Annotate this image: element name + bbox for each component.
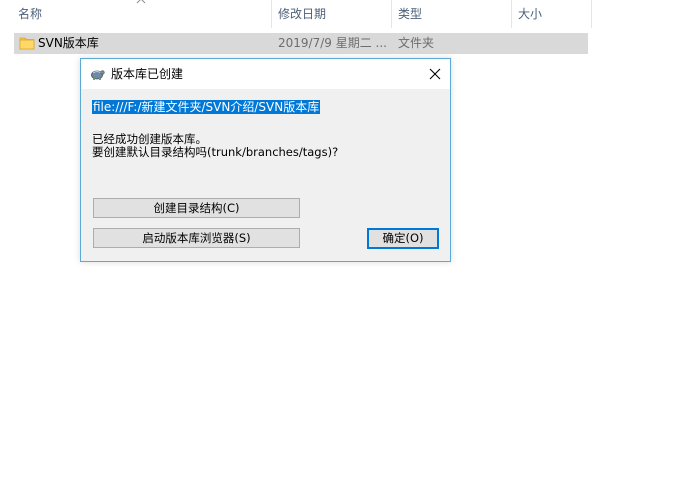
ok-button[interactable]: 确定(O) (367, 228, 439, 249)
column-header-name[interactable]: 名称 (18, 0, 42, 28)
column-header-date[interactable]: 修改日期 (278, 0, 326, 28)
file-type: 文件夹 (398, 36, 435, 50)
column-divider[interactable] (591, 0, 592, 28)
file-date: 2019/7/9 星期二 ... (278, 36, 387, 50)
column-divider[interactable] (511, 0, 512, 28)
file-name: SVN版本库 (38, 36, 99, 50)
dialog-titlebar[interactable]: 版本库已创建 (81, 59, 450, 89)
close-icon (429, 68, 441, 80)
column-divider[interactable] (271, 0, 272, 28)
column-header-type[interactable]: 类型 (398, 0, 422, 28)
launch-repo-browser-button[interactable]: 启动版本库浏览器(S) (93, 228, 300, 248)
close-button[interactable] (420, 59, 450, 89)
sort-up-icon (136, 0, 146, 4)
tortoise-svn-icon (91, 70, 105, 80)
dialog-title: 版本库已创建 (111, 67, 184, 81)
create-structure-button[interactable]: 创建目录结构(C) (93, 198, 300, 218)
column-divider[interactable] (391, 0, 392, 28)
explorer-column-header: 名称 修改日期 类型 大小 (0, 0, 678, 28)
repo-path-selected[interactable]: file:///F:/新建文件夹/SVN介绍/SVN版本库 (92, 100, 321, 114)
repo-path-text[interactable]: file:///F:/新建文件夹/SVN介绍/SVN版本库 (92, 100, 321, 115)
folder-icon (19, 37, 35, 50)
dialog-message: 已经成功创建版本库。 要创建默认目录结构吗(trunk/branches/tag… (92, 133, 338, 159)
message-line-question: 要创建默认目录结构吗(trunk/branches/tags)? (92, 145, 339, 159)
repo-created-dialog: 版本库已创建 file:///F:/新建文件夹/SVN介绍/SVN版本库 已经成… (80, 58, 451, 262)
column-header-size[interactable]: 大小 (518, 0, 542, 28)
file-row-svn-repo[interactable]: SVN版本库 2019/7/9 星期二 ... 文件夹 (14, 33, 588, 54)
